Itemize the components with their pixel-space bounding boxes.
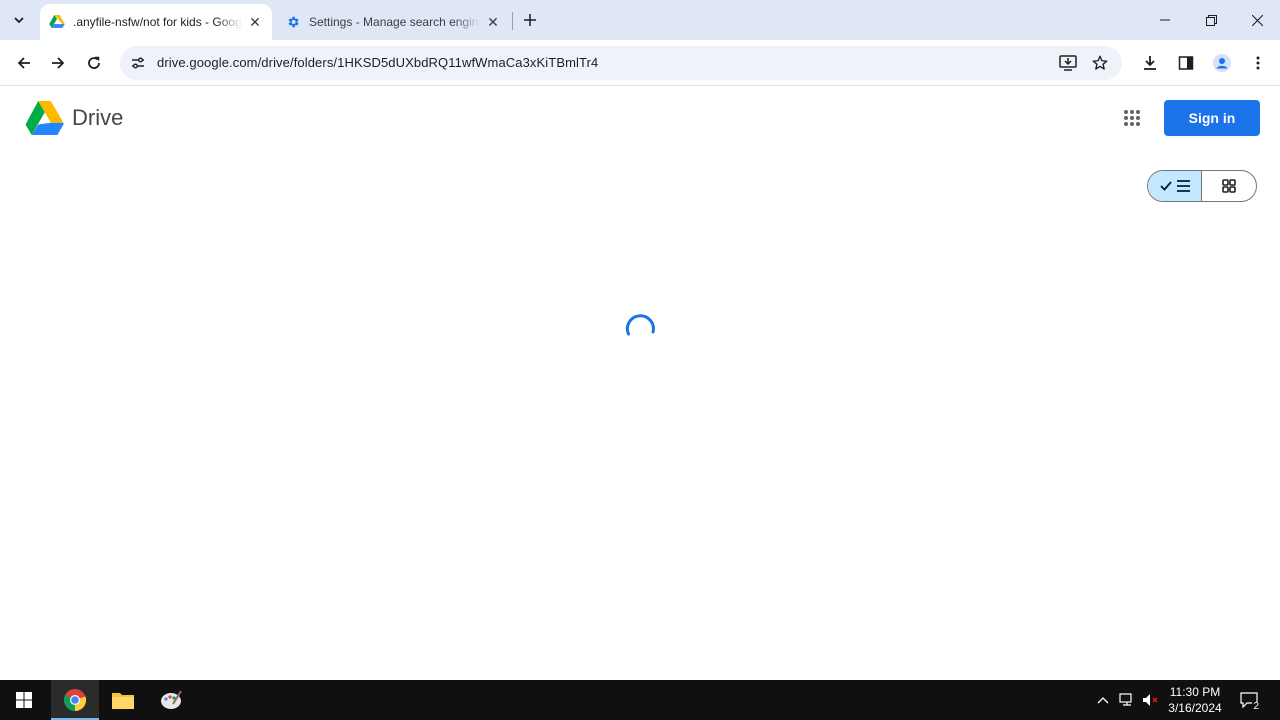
side-panel-button[interactable]: [1170, 47, 1202, 79]
browser-menu-button[interactable]: [1242, 47, 1274, 79]
close-tab-icon[interactable]: ✕: [246, 13, 264, 31]
google-drive-favicon-icon: [49, 14, 65, 30]
new-tab-button[interactable]: [518, 8, 542, 32]
apps-grid-icon: [1124, 110, 1140, 126]
chrome-icon: [63, 689, 87, 712]
network-icon: [1119, 693, 1132, 706]
profile-button[interactable]: [1206, 47, 1238, 79]
clock-date: 3/16/2024: [1168, 701, 1222, 715]
minimize-button[interactable]: [1142, 0, 1188, 40]
restore-icon: [1205, 14, 1217, 26]
show-hidden-icons-button[interactable]: [1093, 680, 1113, 720]
google-apps-button[interactable]: [1118, 104, 1146, 132]
windows-taskbar: 11:30 PM 3/16/2024 2: [0, 680, 1280, 720]
drive-logo[interactable]: Drive: [25, 101, 123, 135]
reload-button[interactable]: [78, 47, 110, 79]
restore-button[interactable]: [1188, 0, 1234, 40]
drive-logo-text: Drive: [72, 105, 124, 130]
paint-palette-icon: [161, 690, 182, 709]
tab-title: Settings - Manage search engines: [309, 15, 480, 29]
forward-arrow-icon: [52, 57, 65, 69]
start-button[interactable]: [0, 680, 48, 720]
folder-icon: [112, 693, 134, 709]
network-button[interactable]: [1116, 680, 1138, 720]
tab-google-drive[interactable]: .anyfile-nsfw/not for kids - Google Driv…: [40, 4, 272, 40]
tab-settings[interactable]: Settings - Manage search engines ✕: [276, 4, 510, 40]
view-toggle: [1147, 170, 1257, 202]
profile-avatar-icon: [1213, 54, 1231, 72]
install-app-icon[interactable]: [1056, 51, 1080, 75]
taskbar-paint-app[interactable]: [147, 680, 195, 720]
windows-logo-icon: [16, 692, 32, 708]
notification-count-badge: 2: [1252, 701, 1260, 712]
close-window-button[interactable]: [1234, 0, 1280, 40]
browser-toolbar: drive.google.com/drive/folders/1HKSD5dUX…: [0, 40, 1280, 86]
close-tab-icon[interactable]: ✕: [484, 13, 502, 31]
back-button[interactable]: [8, 47, 40, 79]
minimize-icon: [1160, 19, 1170, 21]
loading-spinner-icon: [625, 314, 655, 336]
download-icon: [1144, 56, 1156, 70]
sign-in-button[interactable]: Sign in: [1164, 100, 1260, 136]
tab-search-button[interactable]: [6, 7, 32, 33]
tab-title: .anyfile-nsfw/not for kids - Google Driv…: [73, 15, 242, 29]
url-text: drive.google.com/drive/folders/1HKSD5dUX…: [157, 55, 599, 70]
downloads-button[interactable]: [1134, 47, 1166, 79]
clock-time: 11:30 PM: [1169, 685, 1221, 699]
taskbar-chrome[interactable]: [51, 680, 99, 720]
chevron-up-icon: [1097, 697, 1109, 704]
more-vert-icon: [1256, 56, 1260, 70]
volume-muted-icon: [1143, 694, 1158, 706]
bookmark-star-icon[interactable]: [1088, 51, 1112, 75]
back-arrow-icon: [17, 57, 30, 69]
plus-icon: [524, 14, 536, 26]
reload-icon: [88, 56, 100, 69]
forward-button[interactable]: [42, 47, 74, 79]
google-drive-logo-icon: [25, 101, 64, 135]
action-center-button[interactable]: 2: [1236, 680, 1262, 720]
tab-separator: [512, 12, 513, 30]
address-bar[interactable]: drive.google.com/drive/folders/1HKSD5dUX…: [120, 46, 1122, 80]
list-view-button[interactable]: [1148, 171, 1203, 201]
taskbar-file-explorer[interactable]: [99, 680, 147, 720]
tab-strip: .anyfile-nsfw/not for kids - Google Driv…: [0, 0, 1280, 40]
list-view-icon: [1159, 180, 1190, 192]
grid-view-icon: [1222, 179, 1236, 193]
taskbar-clock[interactable]: 11:30 PM 3/16/2024: [1162, 684, 1228, 716]
drive-header: Drive Sign in: [0, 87, 1280, 151]
volume-button[interactable]: [1140, 680, 1162, 720]
chevron-down-icon: [14, 17, 24, 24]
gear-icon: [285, 14, 301, 30]
close-icon: [1251, 14, 1263, 26]
side-panel-icon: [1178, 56, 1194, 70]
grid-view-button[interactable]: [1202, 171, 1256, 201]
site-info-icon[interactable]: [126, 51, 150, 75]
